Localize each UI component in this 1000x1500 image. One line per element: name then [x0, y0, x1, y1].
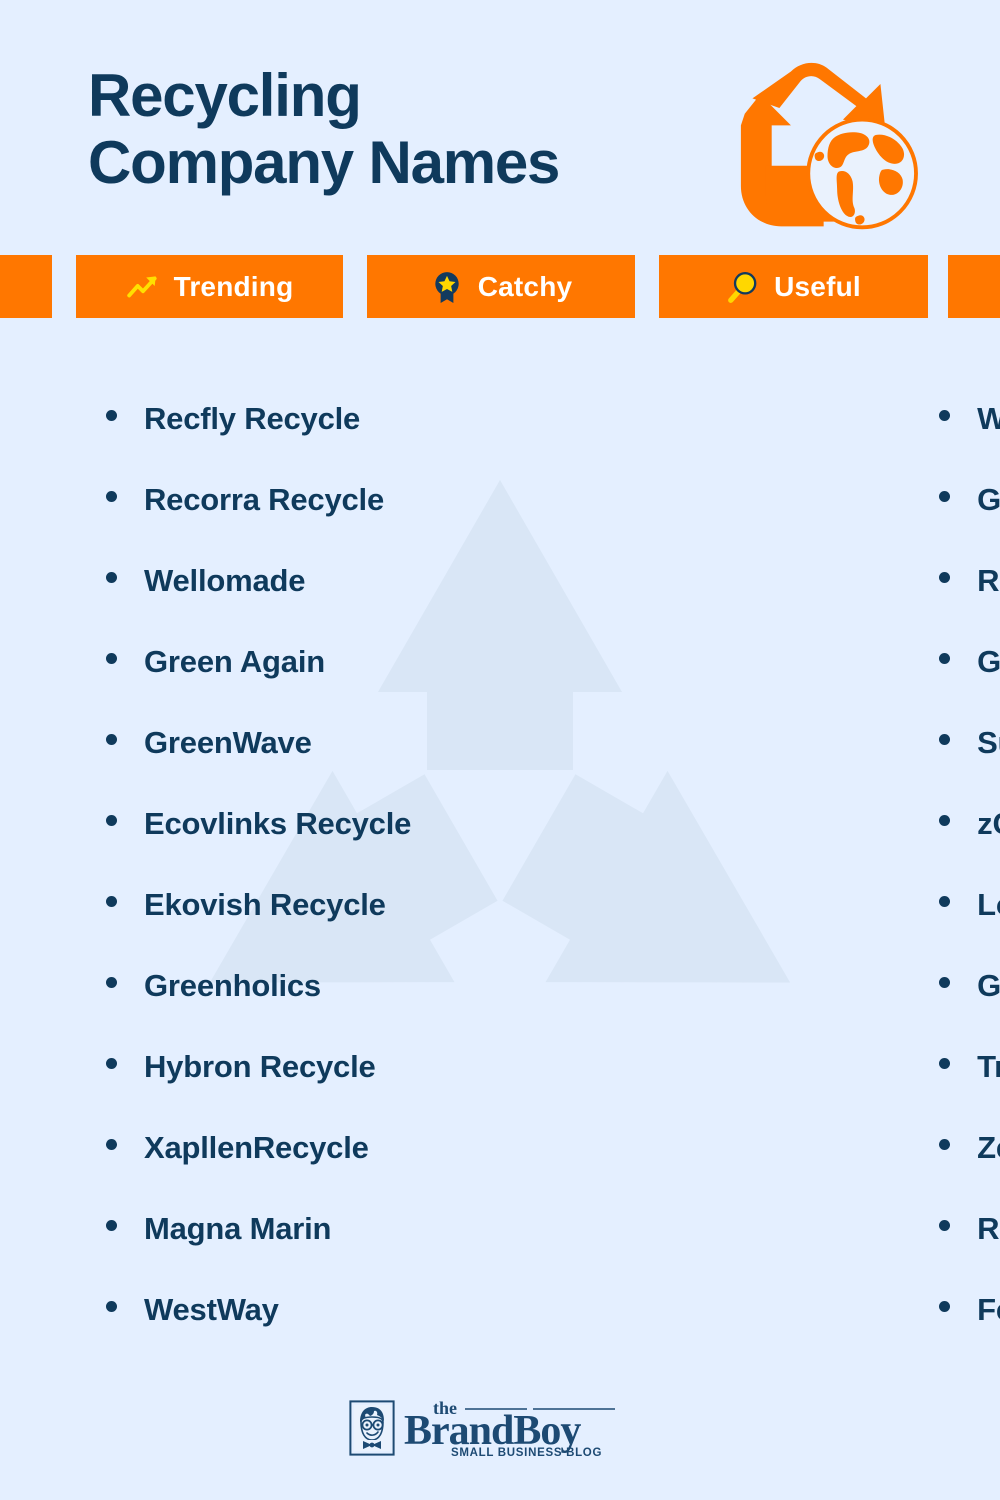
list-item-label: Truefoil Recycle: [977, 1049, 1000, 1084]
bullet-icon: [939, 734, 951, 745]
list-item: XapllenRecycle: [106, 1107, 411, 1188]
list-item-label: Magna Marin: [144, 1211, 332, 1246]
bullet-icon: [106, 896, 117, 907]
badge-trending-label: Trending: [173, 270, 294, 302]
list-item: Sunray Recycle: [939, 702, 1000, 783]
bullet-icon: [106, 977, 117, 988]
list-item-label: Ekovish Recycle: [144, 887, 386, 922]
list-item: Zexxen Recycle: [939, 1107, 1000, 1188]
trend-up-arrow-icon: [126, 275, 157, 297]
list-item: Wellomade: [106, 540, 411, 621]
list-item-label: Recyclo CO: [977, 1211, 1000, 1246]
bullet-icon: [939, 815, 951, 826]
list-item-label: Greenholics: [144, 968, 321, 1003]
list-item-label: WestWay: [144, 1292, 279, 1327]
bullet-icon: [106, 1220, 117, 1231]
list-item: Recycle Crest: [939, 540, 1000, 621]
list-item-label: Zexxen Recycle: [977, 1130, 1000, 1165]
award-ribbon-star-icon: [435, 271, 459, 303]
list-item: Hybron Recycle: [106, 1026, 411, 1107]
bullet-icon: [106, 1058, 117, 1069]
list-item: GreenWave: [106, 702, 411, 783]
list-item: Truefoil Recycle: [939, 1026, 1000, 1107]
list-item-label: Wellomade: [144, 563, 306, 598]
list-item-label: Green Spring: [977, 968, 1000, 1003]
infographic-page: Recycling Company Names Trending Catchy …: [0, 0, 1000, 1500]
bullet-icon: [106, 1139, 117, 1150]
bullet-icon: [939, 1139, 951, 1150]
bullet-icon: [106, 572, 117, 583]
page-title: Recycling Company Names: [88, 62, 560, 197]
list-item-label: Sunray Recycle: [977, 725, 1000, 760]
list-item-label: Green Again: [144, 644, 325, 679]
bullet-icon: [106, 1301, 117, 1312]
bullet-icon: [939, 491, 951, 502]
brandboy-wordmark: the BrandBoy SMALL BUSINESS BLOG: [404, 1398, 615, 1459]
list-item-label: WaveBlend: [977, 401, 1000, 436]
list-item: Recyclo CO: [939, 1188, 1000, 1269]
list-item-label: zCycle Recycle: [977, 806, 1000, 841]
badge-useful[interactable]: Useful: [659, 255, 928, 318]
list-item-label: Ecovlinks Recycle: [144, 806, 412, 841]
bullet-icon: [106, 410, 117, 421]
bullet-icon: [939, 896, 951, 907]
badge-catchy-label: Catchy: [477, 270, 573, 302]
strip-cap-left: [0, 255, 52, 318]
list-item: WestWay: [106, 1269, 411, 1350]
brandboy-logo[interactable]: the BrandBoy SMALL BUSINESS BLOG: [349, 1397, 651, 1459]
list-item: Recorra Recycle: [106, 459, 411, 540]
list-item-label: Recfly Recycle: [144, 401, 361, 436]
list-item: Ecovlinks Recycle: [106, 783, 411, 864]
list-item-label: Greenmatrix: [977, 482, 1000, 517]
strip-cap-right: [948, 255, 1000, 318]
bullet-icon: [106, 491, 117, 502]
recycling-globe-icon: [740, 62, 918, 230]
brand-tagline-text: SMALL BUSINESS BLOG: [451, 1447, 602, 1459]
header: Recycling Company Names: [0, 0, 1000, 250]
list-item: Feuberro Recycle: [939, 1269, 1000, 1350]
bullet-icon: [106, 815, 117, 826]
list-item: GreenDream: [939, 621, 1000, 702]
badge-trending[interactable]: Trending: [76, 255, 343, 318]
bullet-icon: [939, 1220, 951, 1231]
list-item-label: GreenWave: [144, 725, 312, 760]
list-item-label: XapllenRecycle: [144, 1130, 369, 1165]
list-item: WaveBlend: [939, 378, 1000, 459]
list-item-label: Hybron Recycle: [144, 1049, 376, 1084]
badge-useful-label: Useful: [774, 270, 861, 302]
bullet-icon: [939, 410, 951, 421]
list-item: zCycle Recycle: [939, 783, 1000, 864]
list-item-label: GreenDream: [977, 644, 1000, 679]
name-lists: Recfly Recycle Recorra Recycle Wellomade…: [0, 378, 1000, 1338]
magnifying-glass-icon: [728, 271, 757, 303]
list-item: Recfly Recycle: [106, 378, 411, 459]
list-item-label: Recycle Crest: [977, 563, 1000, 598]
bullet-icon: [939, 977, 951, 988]
bullet-icon: [106, 653, 117, 664]
footer: the BrandBoy SMALL BUSINESS BLOG: [0, 1388, 1000, 1468]
bullet-icon: [939, 572, 951, 583]
bullet-icon: [939, 653, 951, 664]
name-list-left-column: Recfly Recycle Recorra Recycle Wellomade…: [0, 378, 411, 1338]
bullet-icon: [939, 1301, 951, 1312]
list-item: Ekovish Recycle: [106, 864, 411, 945]
brandboy-face-icon: [349, 1400, 395, 1456]
list-item: LocuGreen: [939, 864, 1000, 945]
bullet-icon: [939, 1058, 951, 1069]
list-item: Green Spring: [939, 945, 1000, 1026]
list-item: Magna Marin: [106, 1188, 411, 1269]
bullet-icon: [106, 734, 117, 745]
list-item: Greenholics: [106, 945, 411, 1026]
name-list-right-column: WaveBlend Greenmatrix Recycle Crest Gree…: [411, 378, 1000, 1338]
list-item-label: LocuGreen: [977, 887, 1000, 922]
list-item: Greenmatrix: [939, 459, 1000, 540]
list-item-label: Recorra Recycle: [144, 482, 384, 517]
badge-strip: Trending Catchy Useful: [0, 255, 1000, 318]
badge-catchy[interactable]: Catchy: [367, 255, 635, 318]
list-item: Green Again: [106, 621, 411, 702]
list-item-label: Feuberro Recycle: [977, 1292, 1000, 1327]
